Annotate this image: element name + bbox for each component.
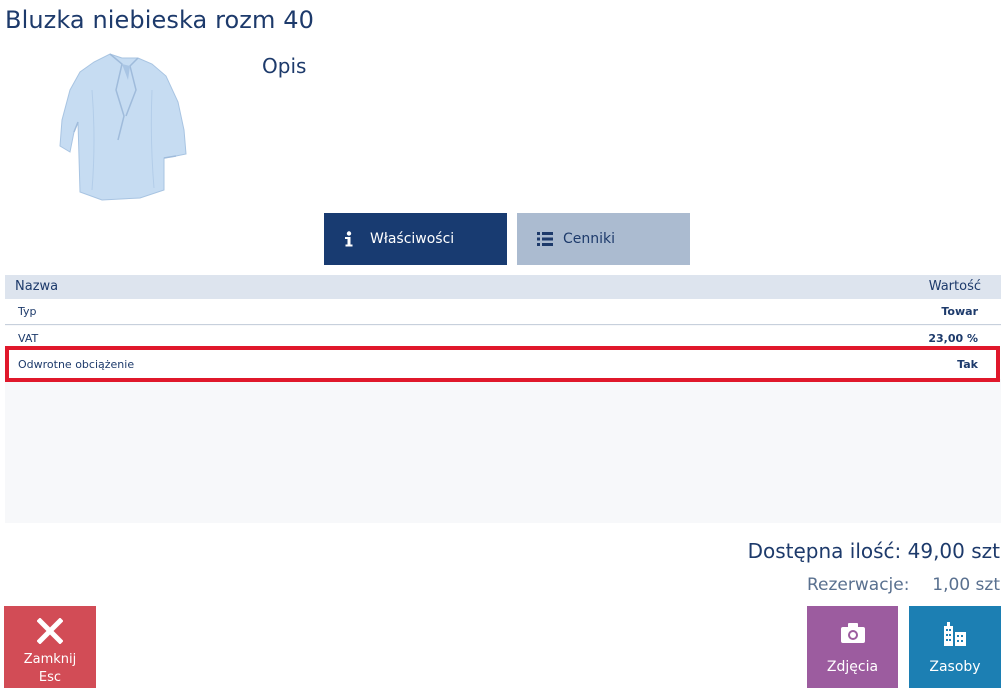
column-header-value[interactable]: Wartość [929, 279, 981, 294]
available-quantity: Dostępna ilość: 49,00 szt [747, 539, 1000, 563]
close-button-label: Zamknij [23, 652, 77, 667]
row-name: Typ [18, 305, 37, 318]
tab-price-lists[interactable]: Cenniki [517, 213, 690, 265]
product-title: Bluzka niebieska rozm 40 [5, 6, 314, 34]
column-header-name[interactable]: Nazwa [15, 279, 58, 294]
resources-button-label: Zasoby [929, 659, 981, 675]
tab-price-lists-label: Cenniki [563, 231, 616, 247]
resources-button[interactable]: Zasoby [909, 606, 1001, 688]
properties-grid: Nazwa Wartość Typ Towar VAT 23,00 % Odwr… [5, 275, 1001, 523]
list-icon [537, 232, 557, 246]
row-value: 23,00 % [928, 332, 978, 345]
tab-properties-label: Właściwości [370, 231, 455, 247]
close-button-shortcut: Esc [38, 670, 62, 685]
reservations-value: 1,00 szt [932, 575, 1000, 595]
grid-header: Nazwa Wartość [5, 275, 1001, 299]
product-image [52, 50, 202, 205]
buildings-icon [909, 622, 1001, 646]
row-name: VAT [18, 332, 39, 345]
close-icon [4, 618, 96, 644]
highlight-frame [5, 346, 1000, 382]
info-icon [344, 231, 364, 247]
description-label: Opis [262, 54, 307, 78]
tab-properties[interactable]: Właściwości [324, 213, 507, 265]
photos-button-label: Zdjęcia [826, 659, 879, 675]
reservations-label: Rezerwacje: [807, 575, 910, 595]
camera-icon [807, 622, 898, 644]
photos-button[interactable]: Zdjęcia [807, 606, 898, 688]
close-button[interactable]: Zamknij Esc [4, 606, 96, 688]
row-value: Towar [941, 305, 978, 318]
table-row[interactable]: Typ Towar [5, 299, 1001, 325]
